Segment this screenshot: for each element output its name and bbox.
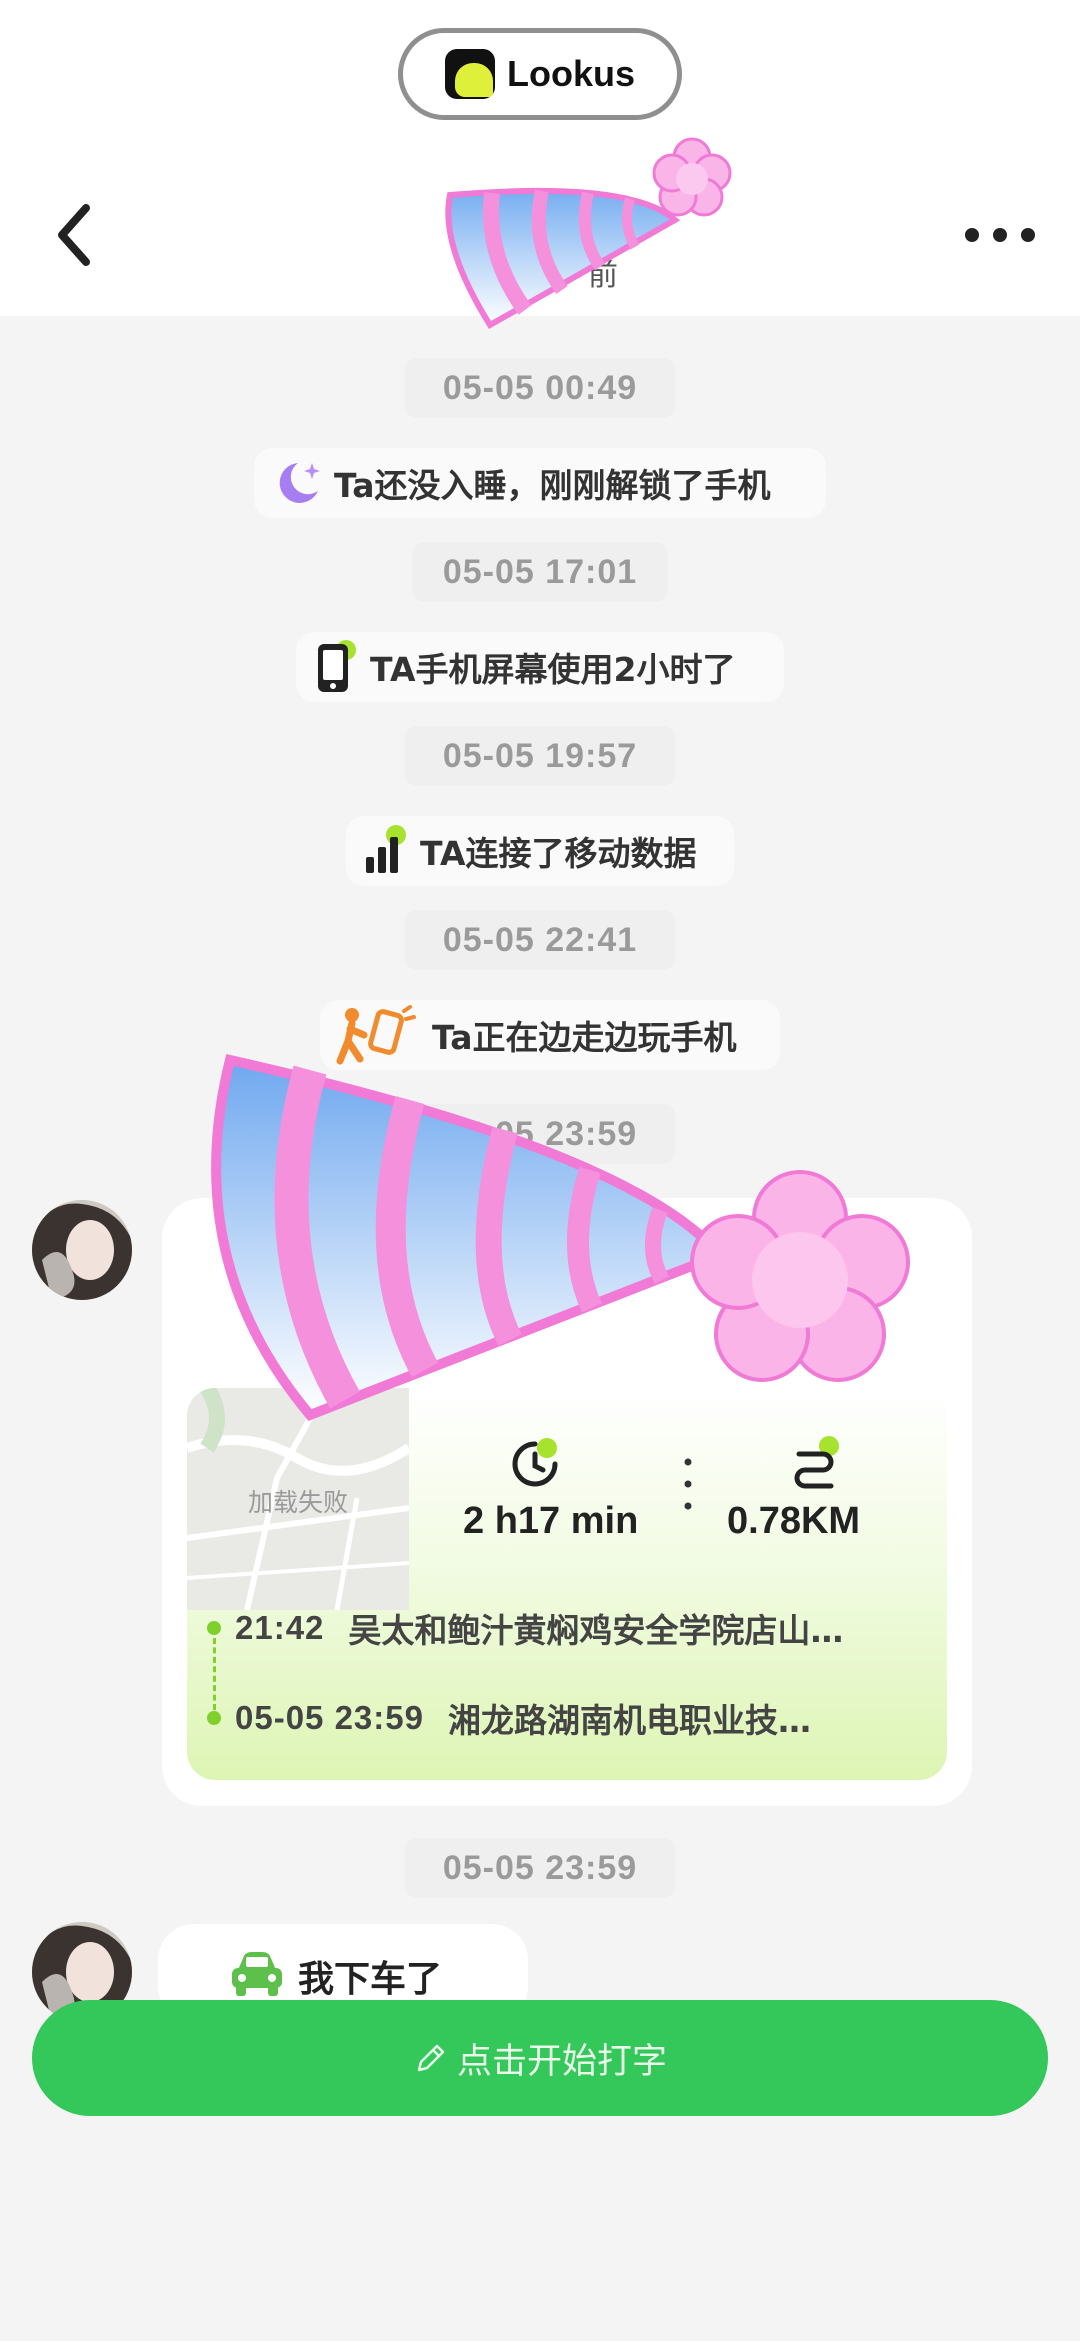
avatar-photo <box>32 1200 132 1300</box>
event-item: Ta还没入睡，刚刚解锁了手机 <box>254 448 826 518</box>
compose-input[interactable]: 点击开始打字 <box>32 2000 1048 2116</box>
lookus-logo-icon <box>444 49 495 99</box>
compose-placeholder: 点击开始打字 <box>456 2041 667 2082</box>
chevron-left-icon[interactable] <box>50 200 100 270</box>
signal-icon <box>366 825 406 873</box>
start-time: 21:42 <box>235 1609 325 1646</box>
event-text: TA连接了移动数据 <box>420 834 697 873</box>
trip-summary: 加载失败 2 h17 min 0.78KM 21:42 吴太和鲍汁黄焖鸡安全学院… <box>187 1388 947 1780</box>
separator-dots <box>684 1458 692 1510</box>
avatar[interactable] <box>32 1200 132 1300</box>
route-end: 05-05 23:59 湘龙路湖南机电职业技… <box>235 1693 935 1743</box>
event-item: TA手机屏幕使用2小时了 <box>296 632 784 702</box>
brand-name: Lookus <box>506 53 635 94</box>
timestamp: 05-05 22:41 <box>405 910 675 970</box>
timestamp: 05-05 19:57 <box>405 726 675 786</box>
start-place: 吴太和鲍汁黄焖鸡安全学院店山… <box>348 1611 844 1650</box>
pencil-icon <box>417 2044 445 2072</box>
party-hat-sticker-icon <box>445 137 732 330</box>
timestamp: 05-05 00:49 <box>405 358 675 418</box>
timestamp: 05-05 23:59 <box>405 1838 675 1898</box>
timestamp: 05-05 17:01 <box>412 542 668 602</box>
start-dot <box>207 1621 221 1635</box>
trip-distance: 0.78KM <box>727 1500 861 1542</box>
more-dots-icon[interactable] <box>960 220 1040 250</box>
clock-icon <box>512 1438 558 1487</box>
route-connector <box>213 1638 216 1710</box>
event-item: TA连接了移动数据 <box>346 816 734 886</box>
party-hat-sticker-icon <box>211 1054 910 1421</box>
end-time: 05-05 23:59 <box>235 1699 424 1736</box>
event-text: TA手机屏幕使用2小时了 <box>370 650 736 689</box>
phone-icon <box>318 640 356 692</box>
end-place: 湘龙路湖南机电职业技… <box>447 1701 811 1740</box>
map-load-failed: 加载失败 <box>247 1488 348 1517</box>
route-start: 21:42 吴太和鲍汁黄焖鸡安全学院店山… <box>235 1603 935 1653</box>
moon-icon <box>279 463 320 503</box>
event-text: Ta还没入睡，刚刚解锁了手机 <box>334 466 771 505</box>
car-icon <box>232 1952 282 1996</box>
trip-duration: 2 h17 min <box>463 1500 639 1542</box>
end-dot <box>207 1711 221 1725</box>
brand-pill[interactable]: Lookus <box>398 28 682 120</box>
route-icon <box>794 1436 839 1489</box>
message-text: 我下车了 <box>298 1959 443 2000</box>
